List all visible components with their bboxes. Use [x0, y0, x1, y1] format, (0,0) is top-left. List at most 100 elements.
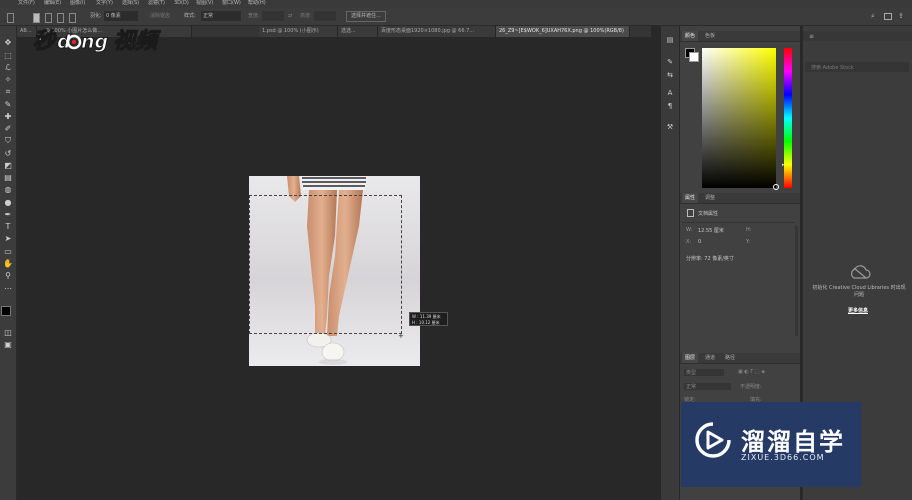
more-info-link[interactable]: 更多信息 [837, 307, 879, 314]
move-tool-icon[interactable]: ✥ [2, 38, 14, 48]
x-field-label: X: [686, 239, 692, 245]
resolution-label: 分辨率: 72 像素/英寸 [686, 256, 734, 262]
tab-active-document[interactable]: 26_Z9~[E$WOK_6]UXAH76X.png @ 100%(RGB/8) [496, 26, 630, 37]
share-icon[interactable]: ⇪ [898, 11, 904, 21]
menu-filter[interactable]: 滤镜(T) [148, 0, 165, 8]
select-and-mask-button[interactable]: 选择并遮住... [346, 11, 386, 22]
divider [682, 222, 795, 223]
x-field-value[interactable]: 0 [698, 239, 701, 245]
more-tools-icon[interactable]: ⋯ [2, 284, 14, 294]
eraser-tool-icon[interactable]: ◩ [2, 161, 14, 171]
selection-marquee[interactable] [249, 195, 402, 334]
color-picker-field[interactable] [702, 48, 776, 188]
y-field-label: Y: [746, 239, 751, 245]
menu-window[interactable]: 窗口(W) [222, 0, 241, 8]
blend-mode-select[interactable]: 正常 [684, 383, 731, 390]
height-field-label: H: [746, 227, 752, 233]
new-selection-icon[interactable] [33, 13, 40, 23]
properties-scrollbar[interactable] [795, 226, 798, 336]
menu-image[interactable]: 图像(I) [70, 0, 85, 8]
swap-icon[interactable]: ⇄ [288, 11, 292, 21]
color-panel-background-swatch[interactable] [689, 52, 699, 62]
brush-panel-icon[interactable]: ✎ [665, 57, 675, 67]
magic-wand-icon[interactable]: ✧ [2, 75, 14, 85]
stamp-tool-icon[interactable]: ⛉ [2, 136, 14, 146]
character-panel-icon[interactable]: A [665, 88, 675, 98]
crop-tool-icon[interactable]: ⌗ [2, 87, 14, 97]
height-input[interactable] [314, 11, 336, 21]
menu-edit[interactable]: 编辑(E) [44, 0, 61, 8]
path-select-icon[interactable]: ➤ [2, 234, 14, 244]
width-label: 宽度: [248, 13, 260, 19]
healing-brush-icon[interactable]: ✚ [2, 112, 14, 122]
history-panel-icon[interactable]: ▤ [665, 35, 675, 45]
workspace-icon[interactable] [884, 13, 892, 20]
tab-document[interactable]: 1.psd @ 100% (小图示) [259, 26, 338, 37]
tab-document[interactable]: 选选... [338, 26, 378, 37]
feather-input[interactable]: 0 像素 [104, 11, 138, 21]
quick-mask-icon[interactable]: ◫ [2, 328, 14, 338]
feather-label: 羽化: [90, 13, 102, 19]
rectangle-tool-icon[interactable]: ▭ [2, 247, 14, 257]
history-brush-icon[interactable]: ↺ [2, 149, 14, 159]
menu-help[interactable]: 帮助(H) [248, 0, 266, 8]
tool-presets-icon[interactable]: ⚒ [665, 122, 675, 132]
style-select[interactable]: 正常 [201, 11, 241, 21]
foreground-color-swatch[interactable] [1, 306, 11, 316]
add-selection-icon[interactable] [45, 13, 52, 23]
tab-color[interactable]: 颜色 [682, 31, 699, 41]
eyedropper-icon[interactable]: ✎ [2, 100, 14, 110]
color-picker-handle[interactable] [773, 184, 779, 190]
tab-properties[interactable]: 属性 [682, 193, 699, 203]
width-input[interactable] [262, 11, 284, 21]
lasso-tool-icon[interactable]: ℒ [2, 63, 14, 73]
hue-slider[interactable] [784, 48, 792, 188]
libraries-menu-icon[interactable]: ≡ [809, 33, 814, 40]
menu-view[interactable]: 视图(V) [196, 0, 213, 8]
intersect-selection-icon[interactable] [69, 13, 76, 23]
svg-text:ng: ng [81, 31, 108, 53]
tab-paths[interactable]: 路径 [722, 353, 738, 363]
brush-tool-icon[interactable]: ✐ [2, 124, 14, 134]
watermark-logo: 秒 d ng 视频 [31, 26, 171, 56]
dodge-tool-icon[interactable]: ● [2, 198, 14, 208]
svg-text:秒: 秒 [33, 29, 57, 54]
screen-mode-icon[interactable]: ▣ [2, 340, 14, 350]
marquee-tool-preset-icon[interactable] [7, 13, 14, 23]
tab-swatches[interactable]: 色板 [702, 31, 718, 41]
menu-file[interactable]: 文件(F) [18, 0, 35, 8]
tab-channels[interactable]: 通道 [702, 353, 718, 363]
marquee-tool-icon[interactable]: ⬚ [2, 51, 14, 61]
hue-slider-handle[interactable]: ▸ [782, 162, 785, 168]
width-field-value[interactable]: 12.55 厘米 [698, 227, 724, 234]
menu-select[interactable]: 选择(S) [122, 0, 139, 8]
tab-layers[interactable]: 图层 [682, 353, 699, 363]
pen-tool-icon[interactable]: ✒ [2, 210, 14, 220]
blur-tool-icon[interactable]: ◍ [2, 185, 14, 195]
style-label: 样式: [184, 13, 196, 19]
document-icon [687, 209, 694, 217]
gradient-tool-icon[interactable]: ▤ [2, 173, 14, 183]
layer-kind-filter[interactable]: 类型 [684, 369, 724, 376]
collapsed-panels-strip: ▤ ✎ ⇆ A ¶ ⚒ [661, 26, 679, 500]
cc-cloud-icon [849, 264, 871, 280]
opacity-label: 不透明度: [740, 384, 762, 390]
tab-adjustments[interactable]: 调整 [702, 193, 718, 203]
menu-type[interactable]: 文字(Y) [96, 0, 113, 8]
menu-3d[interactable]: 3D(D) [174, 0, 189, 8]
subtract-selection-icon[interactable] [57, 13, 64, 23]
paragraph-panel-icon[interactable]: ¶ [665, 101, 675, 111]
tools-panel: ✥ ⬚ ℒ ✧ ⌗ ✎ ✚ ✐ ⛉ ↺ ◩ ▤ ◍ ● ✒ T ➤ ▭ ✋ ⚲ … [0, 26, 17, 500]
zoom-tool-icon[interactable]: ⚲ [2, 271, 14, 281]
type-tool-icon[interactable]: T [2, 222, 14, 232]
crosshair-cursor-icon: + [398, 332, 404, 340]
tab-document[interactable]: 百度形态桌面1920×1080.jpg @ 66.7... [378, 26, 496, 37]
svg-text:视频: 视频 [113, 29, 161, 54]
search-icon[interactable]: ⌕ [871, 11, 875, 21]
options-bar: 羽化: 0 像素 消除锯齿 样式: 正常 宽度: ⇄ 高度: 选择并遮住... … [0, 8, 912, 26]
stock-search-input[interactable]: 搜索 Adobe Stock [811, 64, 854, 71]
layer-filter-icons[interactable]: ▣ ◐ T ⬚ ◈ [738, 369, 765, 375]
antialias-checkbox[interactable]: 消除锯齿 [150, 11, 170, 21]
adjustments-panel-icon[interactable]: ⇆ [665, 70, 675, 80]
hand-tool-icon[interactable]: ✋ [2, 259, 14, 269]
